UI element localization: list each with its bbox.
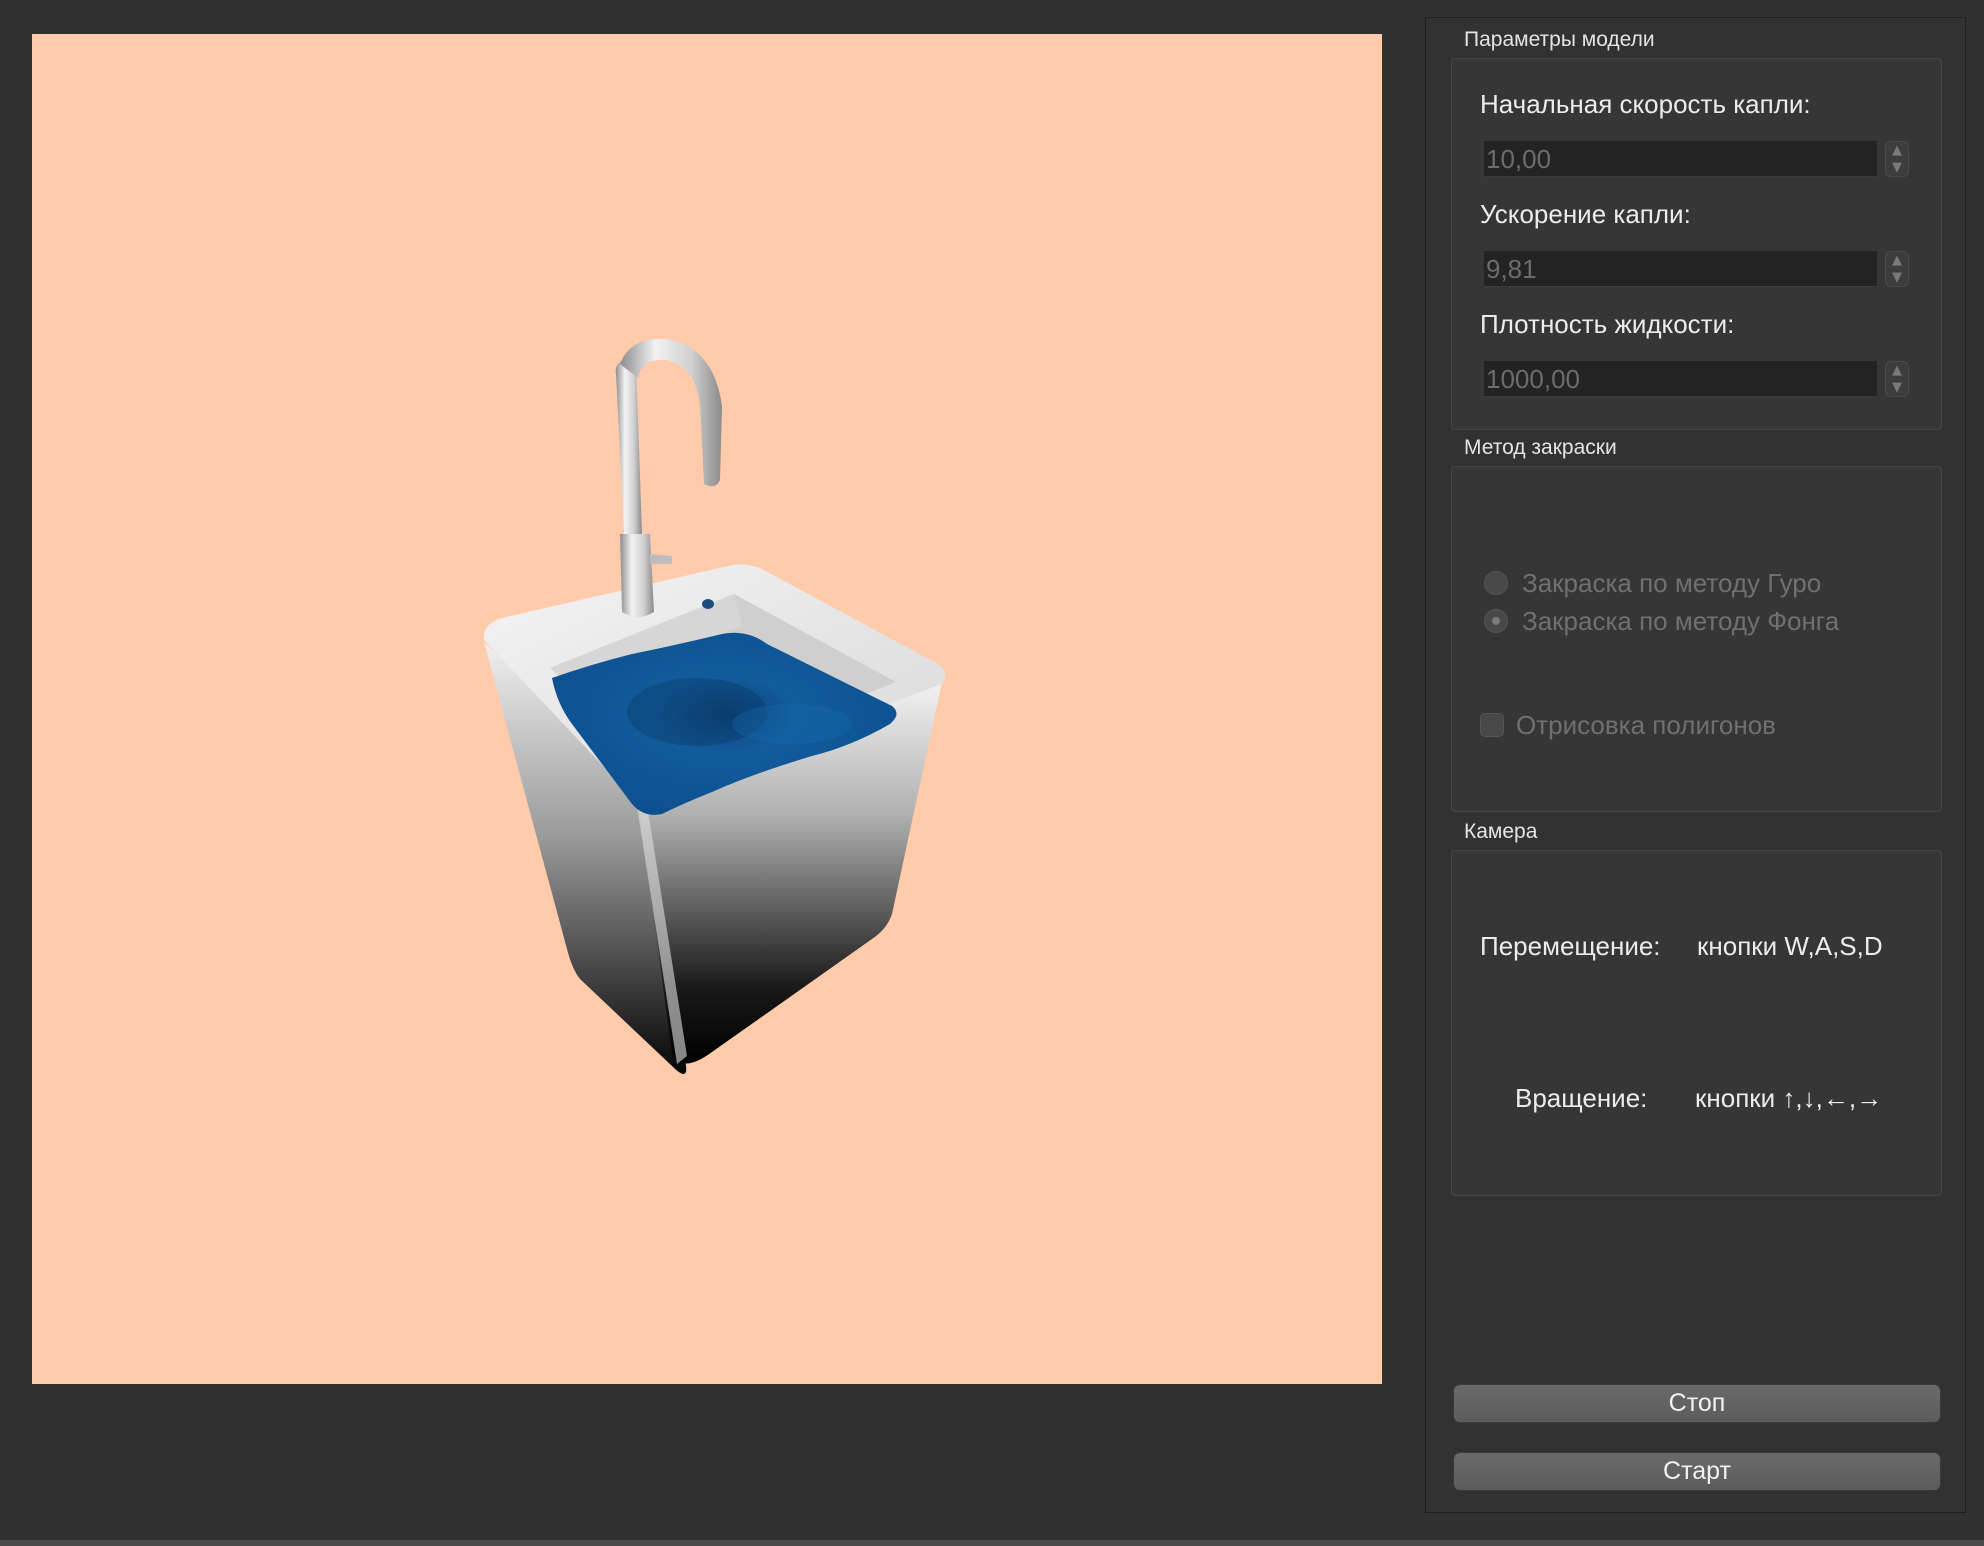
acceleration-stepper[interactable]: ▲ ▼	[1885, 251, 1909, 287]
initial-speed-input[interactable]: 10,00	[1484, 141, 1877, 177]
acceleration-input[interactable]: 9,81	[1484, 251, 1877, 287]
acceleration-spinbox[interactable]: 9,81 ▲ ▼	[1484, 251, 1909, 287]
chevron-up-icon[interactable]: ▲	[1886, 142, 1908, 159]
density-spinbox[interactable]: 1000,00 ▲ ▼	[1484, 361, 1909, 397]
camera-rotate-keys: кнопки ↑,↓,←,→	[1695, 1083, 1883, 1113]
window-bottom-edge	[0, 1540, 1984, 1546]
shading-title: Метод закраски	[1464, 436, 1617, 459]
camera-title: Камера	[1464, 820, 1538, 843]
settings-panel: Параметры модели Начальная скорость капл…	[1425, 17, 1966, 1513]
camera-group: Перемещение: кнопки W,A,S,D Вращение: кн…	[1451, 850, 1942, 1196]
chevron-down-icon[interactable]: ▼	[1886, 159, 1908, 176]
radio-gouraud-label: Закраска по методу Гуро	[1522, 568, 1822, 598]
acceleration-label: Ускорение капли:	[1480, 199, 1691, 229]
initial-speed-spinbox[interactable]: 10,00 ▲ ▼	[1484, 141, 1909, 177]
radio-phong-button[interactable]	[1484, 609, 1508, 633]
model-params-title: Параметры модели	[1464, 28, 1655, 51]
polygons-checkbox-label: Отрисовка полигонов	[1516, 710, 1776, 740]
density-label: Плотность жидкости:	[1480, 309, 1735, 339]
chevron-up-icon[interactable]: ▲	[1886, 252, 1908, 269]
app-window: Параметры модели Начальная скорость капл…	[0, 0, 1984, 1546]
initial-speed-label: Начальная скорость капли:	[1480, 89, 1811, 119]
shading-group: Закраска по методу Гуро Закраска по мето…	[1451, 466, 1942, 812]
chevron-down-icon[interactable]: ▼	[1886, 379, 1908, 396]
chevron-down-icon[interactable]: ▼	[1886, 269, 1908, 286]
camera-move-keys: кнопки W,A,S,D	[1697, 931, 1883, 961]
sink-model	[483, 339, 946, 1074]
model-params-group: Начальная скорость капли: 10,00 ▲ ▼ Уско…	[1451, 58, 1942, 430]
chevron-up-icon[interactable]: ▲	[1886, 362, 1908, 379]
render-viewport[interactable]	[32, 34, 1382, 1384]
camera-move-label: Перемещение:	[1480, 931, 1661, 961]
density-input[interactable]: 1000,00	[1484, 361, 1877, 397]
density-stepper[interactable]: ▲ ▼	[1885, 361, 1909, 397]
stop-button[interactable]: Стоп	[1453, 1384, 1941, 1423]
polygons-checkbox[interactable]	[1480, 713, 1504, 737]
initial-speed-stepper[interactable]: ▲ ▼	[1885, 141, 1909, 177]
radio-gouraud-button[interactable]	[1484, 571, 1508, 595]
camera-rotate-label: Вращение:	[1515, 1083, 1648, 1113]
start-button[interactable]: Старт	[1453, 1452, 1941, 1491]
radio-phong-label: Закраска по методу Фонга	[1522, 606, 1840, 636]
